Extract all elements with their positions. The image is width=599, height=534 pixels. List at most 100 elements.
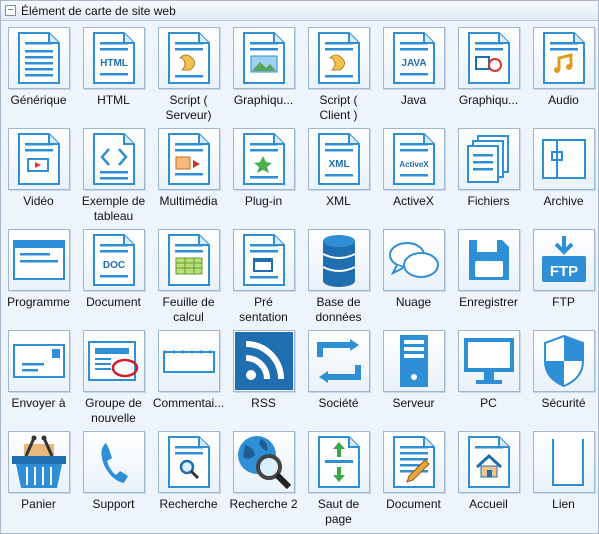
shape-item[interactable]: Exemple de tableau (76, 126, 151, 227)
client-script-icon[interactable] (307, 27, 370, 89)
svg-text:HTML: HTML (100, 58, 128, 69)
shape-item[interactable]: Générique (1, 25, 76, 126)
shape-item-label: Audio (548, 93, 579, 107)
svg-text:XML: XML (328, 159, 349, 170)
shape-item[interactable]: DOC Document (76, 227, 151, 328)
panel-title: Élément de carte de site web (21, 3, 176, 18)
shape-item[interactable]: Plug-in (226, 126, 301, 227)
xml-page-icon[interactable]: XML (307, 128, 370, 190)
template-page-icon[interactable] (82, 128, 145, 190)
save-disk-icon[interactable] (457, 229, 520, 291)
shape-item[interactable]: Enregistrer (451, 227, 526, 328)
search-page-icon[interactable] (157, 431, 220, 493)
cloud-chat-icon[interactable] (382, 229, 445, 291)
shape-item[interactable]: Feuille de calcul (151, 227, 226, 328)
files-icon[interactable] (457, 128, 520, 190)
shape-item[interactable]: Nuage (376, 227, 451, 328)
collapse-toggle-icon[interactable]: − (5, 5, 16, 16)
shape-item[interactable]: Serveur (376, 328, 451, 429)
doc-file-icon[interactable]: DOC (82, 229, 145, 291)
globe-search-icon[interactable] (232, 431, 295, 493)
shape-item-label: Commentai... (152, 396, 225, 410)
svg-text:ActiveX: ActiveX (399, 160, 429, 169)
newsgroup-icon[interactable] (82, 330, 145, 392)
support-phone-icon[interactable] (82, 431, 145, 493)
spreadsheet-icon[interactable] (157, 229, 220, 291)
comment-icon[interactable] (157, 330, 220, 392)
shape-item[interactable]: HTML HTML (76, 25, 151, 126)
shape-item[interactable]: Script ( Client ) (301, 25, 376, 126)
shape-item[interactable]: Vidéo (1, 126, 76, 227)
shape-item[interactable]: Société (301, 328, 376, 429)
security-shield-icon[interactable] (532, 330, 595, 392)
plugin-page-icon[interactable] (232, 128, 295, 190)
shape-item-label: Graphiqu... (458, 93, 519, 107)
svg-text:DOC: DOC (102, 260, 124, 271)
server-tower-icon[interactable] (382, 330, 445, 392)
shape-item[interactable]: Accueil (451, 429, 526, 530)
shape-item[interactable]: Fichiers (451, 126, 526, 227)
shape-item[interactable]: PC (451, 328, 526, 429)
shape-item[interactable]: Sécurité (526, 328, 599, 429)
generic-page-icon[interactable] (7, 27, 70, 89)
panel-header[interactable]: − Élément de carte de site web (1, 1, 598, 21)
shape-item[interactable]: Recherche (151, 429, 226, 530)
shape-item[interactable]: Archive (526, 126, 599, 227)
shape-item[interactable]: Script ( Serveur) (151, 25, 226, 126)
page-break-icon[interactable] (307, 431, 370, 493)
shape-item[interactable]: XML XML (301, 126, 376, 227)
shape-item[interactable]: Support (76, 429, 151, 530)
html-page-icon[interactable]: HTML (82, 27, 145, 89)
shape-item[interactable]: Lien (526, 429, 599, 530)
link-icon[interactable] (532, 431, 595, 493)
shape-item[interactable]: RSS (226, 328, 301, 429)
home-page-icon[interactable] (457, 431, 520, 493)
shape-item-label: Pré sentation (239, 295, 288, 324)
shape-item-label: HTML (97, 93, 130, 107)
shape-item[interactable]: Commentai... (151, 328, 226, 429)
shape-item-label: Base de données (315, 295, 362, 324)
shape-item[interactable]: Groupe de nouvelle (76, 328, 151, 429)
shape-item-label: Saut de page (317, 497, 360, 526)
shape-item-label: PC (480, 396, 497, 410)
archive-icon[interactable] (532, 128, 595, 190)
shape-item[interactable]: Programme (1, 227, 76, 328)
shape-item[interactable]: Saut de page (301, 429, 376, 530)
shape-item-label: Accueil (469, 497, 508, 511)
shape-item[interactable]: Panier (1, 429, 76, 530)
shape-item[interactable]: FTP FTP (526, 227, 599, 328)
envelope-icon[interactable] (7, 330, 70, 392)
shape-item[interactable]: Base de données (301, 227, 376, 328)
shape-item-label: Script ( Serveur) (165, 93, 212, 122)
rss-icon[interactable] (232, 330, 295, 392)
shape-item[interactable]: Audio (526, 25, 599, 126)
shape-item[interactable]: Graphiqu... (451, 25, 526, 126)
shape-item[interactable]: Pré sentation (226, 227, 301, 328)
activex-page-icon[interactable]: ActiveX (382, 128, 445, 190)
shape-item[interactable]: Multimédia (151, 126, 226, 227)
video-page-icon[interactable] (7, 128, 70, 190)
shape-item-label: Panier (21, 497, 56, 511)
graphic-shapes-icon[interactable] (457, 27, 520, 89)
server-script-icon[interactable] (157, 27, 220, 89)
database-icon[interactable] (307, 229, 370, 291)
shape-item[interactable]: Document (376, 429, 451, 530)
audio-page-icon[interactable] (532, 27, 595, 89)
svg-text:JAVA: JAVA (401, 58, 426, 69)
shape-item-label: Plug-in (244, 194, 283, 208)
shape-item[interactable]: ActiveX ActiveX (376, 126, 451, 227)
edit-document-icon[interactable] (382, 431, 445, 493)
shape-item[interactable]: Recherche 2 (226, 429, 301, 530)
shopping-basket-icon[interactable] (7, 431, 70, 493)
shape-item[interactable]: Graphiqu... (226, 25, 301, 126)
ftp-icon[interactable]: FTP (532, 229, 595, 291)
multimedia-page-icon[interactable] (157, 128, 220, 190)
program-window-icon[interactable] (7, 229, 70, 291)
shape-item[interactable]: JAVA Java (376, 25, 451, 126)
graphic-page-icon[interactable] (232, 27, 295, 89)
company-sync-icon[interactable] (307, 330, 370, 392)
shape-item[interactable]: Envoyer à (1, 328, 76, 429)
java-page-icon[interactable]: JAVA (382, 27, 445, 89)
presentation-icon[interactable] (232, 229, 295, 291)
pc-monitor-icon[interactable] (457, 330, 520, 392)
